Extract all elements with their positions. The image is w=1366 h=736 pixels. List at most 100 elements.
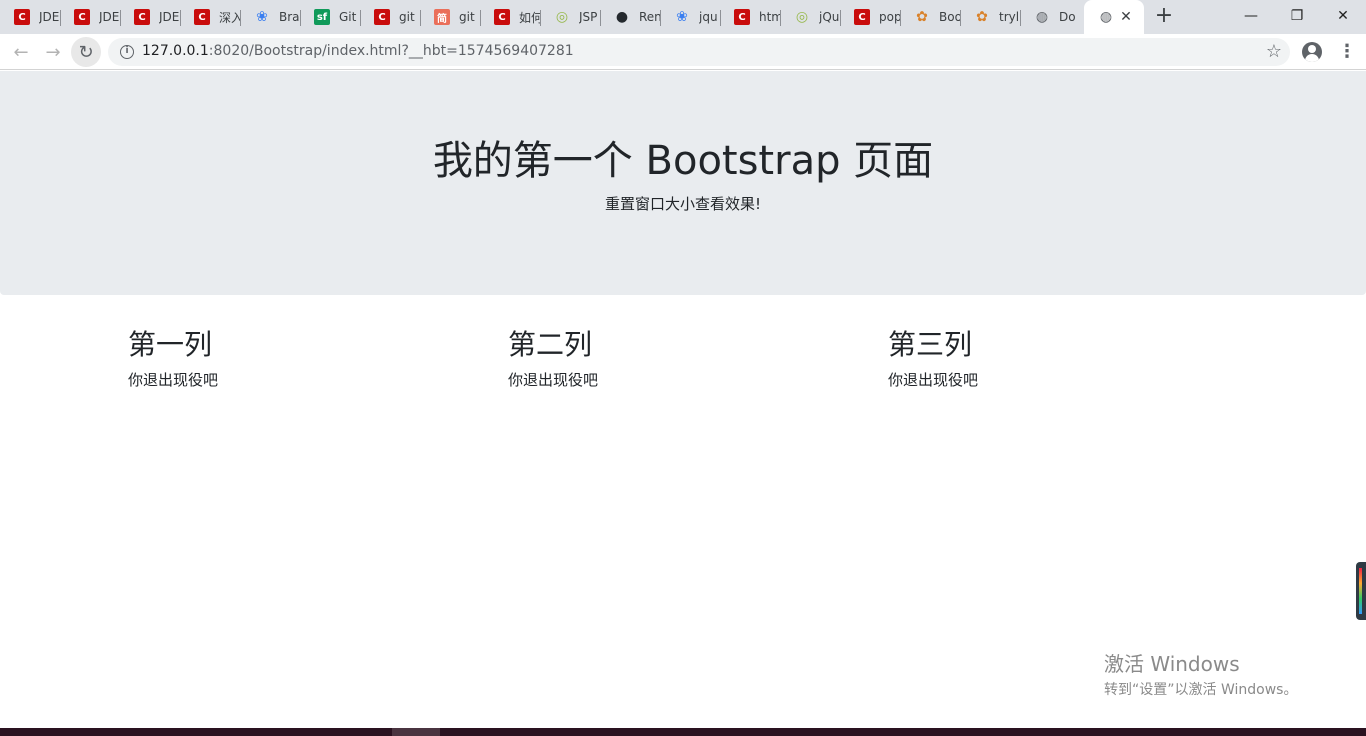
browser-tab[interactable]: C 深入 <box>180 0 240 34</box>
tab-title: 如何 <box>519 10 540 25</box>
tab-separator <box>180 10 181 26</box>
csdn-icon: C <box>854 9 870 25</box>
url-path: :8020/Bootstrap/index.html?__hbt=1574569… <box>208 43 574 59</box>
csdn-icon: C <box>494 9 510 25</box>
tab-title: git <box>399 10 415 24</box>
active-tab[interactable]: ◍ ✕ <box>1084 0 1144 34</box>
csdn-icon: C <box>14 9 30 25</box>
tab-separator <box>960 10 961 26</box>
tab-separator <box>600 10 601 26</box>
column-text: 你退出现役吧 <box>508 371 599 389</box>
tab-title: jqu <box>699 10 718 24</box>
tab-title: Boo <box>939 10 960 24</box>
tab-separator <box>1020 10 1021 26</box>
tab-title: Bra <box>279 10 300 24</box>
browser-tab[interactable]: 简 git <box>420 0 480 34</box>
new-tab-button[interactable]: + <box>1152 5 1176 29</box>
settings-flower-icon: ✿ <box>976 9 988 25</box>
tab-separator <box>540 10 541 26</box>
settings-flower-icon: ✿ <box>916 9 928 25</box>
page-subtitle: 重置窗口大小查看效果! <box>604 195 761 213</box>
bookmark-star-icon[interactable]: ☆ <box>1266 41 1282 62</box>
browser-toolbar: ← → ↻ i 127.0.0.1:8020/Bootstrap/index.h… <box>0 34 1366 70</box>
tab-separator <box>480 10 481 26</box>
browser-tab[interactable]: ✿ tryl <box>960 0 1020 34</box>
segmentfault-icon: sf <box>314 9 330 25</box>
browser-tab[interactable]: Chtm <box>720 0 780 34</box>
browser-tab[interactable]: Cgit <box>360 0 420 34</box>
runoob-icon: ◎ <box>795 9 809 25</box>
runoob-icon: ◎ <box>555 9 569 25</box>
tab-separator <box>780 10 781 26</box>
close-tab-icon[interactable]: ✕ <box>1118 9 1134 25</box>
browser-tab[interactable]: ❀ jqu <box>660 0 720 34</box>
tab-separator <box>900 10 901 26</box>
jumbotron: 我的第一个 Bootstrap 页面 重置窗口大小查看效果! <box>0 71 1366 295</box>
browser-tab[interactable]: ◍ Do <box>1020 0 1080 34</box>
column-heading: 第一列 <box>128 328 213 361</box>
browser-tab[interactable]: C JDE <box>60 0 120 34</box>
baidu-paw-icon: ❀ <box>256 9 268 25</box>
column-2: 第二列 你退出现役吧 <box>508 327 868 390</box>
account-icon[interactable] <box>1302 42 1322 62</box>
browser-tab[interactable]: ◎ JSP <box>540 0 600 34</box>
tab-title: JDE <box>159 10 180 24</box>
column-1: 第一列 你退出现役吧 <box>128 327 488 390</box>
tab-strip: ◍ ✕ + — ❐ ✕ C JDE C JDE C JDE C 深入 ❀ Bra sf Git Cgit… <box>0 0 1366 34</box>
watermark-line-2: 转到“设置”以激活 Windows。 <box>1104 682 1298 698</box>
column-3: 第三列 你退出现役吧 <box>888 327 1248 390</box>
tab-separator <box>360 10 361 26</box>
browser-tab[interactable]: sf Git <box>300 0 360 34</box>
tab-title: Ren <box>639 10 660 24</box>
column-heading: 第二列 <box>508 328 593 361</box>
tab-separator <box>720 10 721 26</box>
back-button[interactable]: ← <box>6 37 36 67</box>
browser-tab[interactable]: C 如何 <box>480 0 540 34</box>
browser-tab[interactable]: ◎ jQu <box>780 0 840 34</box>
csdn-icon: C <box>134 9 150 25</box>
tab-title: JDE <box>99 10 120 24</box>
tab-title: htm <box>759 10 780 24</box>
watermark-line-1: 激活 Windows <box>1104 652 1240 676</box>
tab-title: JDE <box>39 10 60 24</box>
browser-tab[interactable]: ● Ren <box>600 0 660 34</box>
close-window-button[interactable]: ✕ <box>1320 0 1366 32</box>
page-title: 我的第一个 Bootstrap 页面 <box>432 138 934 184</box>
info-icon[interactable]: i <box>120 45 134 59</box>
csdn-icon: C <box>734 9 750 25</box>
tab-separator <box>300 10 301 26</box>
csdn-icon: C <box>374 9 390 25</box>
taskbar-item[interactable] <box>392 728 440 736</box>
tab-separator <box>120 10 121 26</box>
tab-title: pop <box>879 10 900 24</box>
tab-title: jQu <box>819 10 840 24</box>
column-heading: 第三列 <box>888 328 973 361</box>
tab-separator <box>840 10 841 26</box>
jianshu-icon: 简 <box>434 9 450 25</box>
tab-title: Git <box>339 10 357 24</box>
browser-tab[interactable]: Cpop <box>840 0 900 34</box>
side-widget-handle[interactable] <box>1356 562 1366 620</box>
tab-separator <box>60 10 61 26</box>
browser-tab[interactable]: C JDE <box>0 0 60 34</box>
tab-title: JSP <box>579 10 598 24</box>
baidu-paw-icon: ❀ <box>676 9 688 25</box>
taskbar <box>0 728 1366 736</box>
url-host: 127.0.0.1 <box>142 43 209 59</box>
browser-tab[interactable]: C JDE <box>120 0 180 34</box>
browser-tab[interactable]: ✿ Boo <box>900 0 960 34</box>
minimize-button[interactable]: — <box>1228 0 1274 32</box>
forward-button[interactable]: → <box>38 37 68 67</box>
menu-icon[interactable]: ⋮ <box>1338 42 1356 62</box>
browser-tab[interactable]: ❀ Bra <box>240 0 300 34</box>
address-bar[interactable]: i 127.0.0.1:8020/Bootstrap/index.html?__… <box>108 38 1290 66</box>
tab-title: git <box>459 10 475 24</box>
csdn-icon: C <box>74 9 90 25</box>
globe-icon: ◍ <box>1099 9 1113 25</box>
reload-button[interactable]: ↻ <box>71 37 101 67</box>
globe-icon: ◍ <box>1035 9 1049 25</box>
tab-separator <box>660 10 661 26</box>
tab-separator <box>420 10 421 26</box>
restore-button[interactable]: ❐ <box>1274 0 1320 32</box>
url-text[interactable]: 127.0.0.1:8020/Bootstrap/index.html?__hb… <box>142 43 574 59</box>
